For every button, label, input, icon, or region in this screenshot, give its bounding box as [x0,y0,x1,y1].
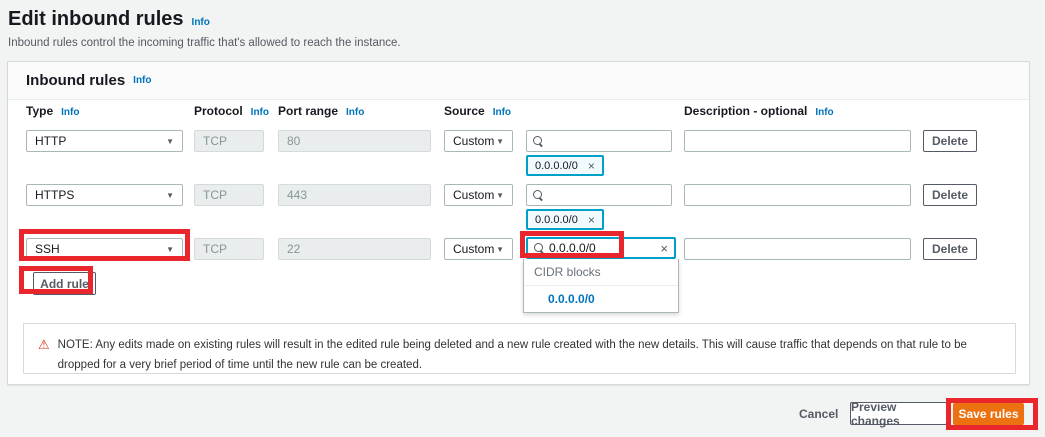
source-suggestion-dropdown: CIDR blocks 0.0.0.0/0 [523,259,679,313]
chevron-down-icon: ▼ [166,191,174,200]
chevron-down-icon: ▼ [496,137,504,146]
source-search-row3[interactable]: × [526,237,676,259]
chevron-down-icon: ▼ [496,191,504,200]
source-search-input-row2[interactable] [548,188,665,202]
column-header-port-range: Port rangeInfo [278,104,364,118]
port-range-field-row3: 22 [278,238,431,260]
column-header-description: Description - optionalInfo [684,104,834,118]
search-icon [533,136,543,146]
column-header-protocol: ProtocolInfo [194,104,269,118]
source-search-input-row1[interactable] [548,134,665,148]
panel-title-info-link[interactable]: Info [133,75,151,86]
delete-rule-button-row3[interactable]: Delete [923,238,977,260]
chevron-down-icon: ▼ [496,245,504,254]
dropdown-option-cidr[interactable]: 0.0.0.0/0 [524,286,678,312]
port-range-info-link[interactable]: Info [346,107,364,118]
type-info-link[interactable]: Info [61,107,79,118]
source-search-input-row3[interactable] [549,241,655,255]
type-select-ssh[interactable]: SSH ▼ [26,238,183,260]
add-rule-button[interactable]: Add rule [33,272,96,295]
source-search-row2[interactable] [526,184,672,206]
protocol-field-row1: TCP [194,130,264,152]
source-cidr-tag-row1: 0.0.0.0/0 × [526,155,604,176]
protocol-field-row3: TCP [194,238,264,260]
page-title-info-link[interactable]: Info [192,17,210,28]
preview-changes-button[interactable]: Preview changes [850,402,947,425]
source-mode-select-row2[interactable]: Custom ▼ [444,184,513,206]
search-icon [534,243,544,253]
source-info-link[interactable]: Info [493,107,511,118]
page-subtitle: Inbound rules control the incoming traff… [8,37,401,49]
panel-title: Inbound rules [26,72,125,89]
port-range-field-row1: 80 [278,130,431,152]
inbound-rules-panel: Inbound rules Info TypeInfo ProtocolInfo… [7,61,1030,385]
source-search-row1[interactable] [526,130,672,152]
delete-rule-button-row2[interactable]: Delete [923,184,977,206]
description-input-row1[interactable] [684,130,911,152]
description-input-row3[interactable] [684,238,911,260]
type-select-http[interactable]: HTTP ▼ [26,130,183,152]
chevron-down-icon: ▼ [166,245,174,254]
description-info-link[interactable]: Info [815,107,833,118]
protocol-field-row2: TCP [194,184,264,206]
panel-header: Inbound rules Info [8,62,1029,100]
column-header-type: TypeInfo [26,104,79,118]
delete-rule-button-row1[interactable]: Delete [923,130,977,152]
remove-tag-icon[interactable]: × [588,214,595,226]
column-header-source: SourceInfo [444,104,511,118]
chevron-down-icon: ▼ [166,137,174,146]
clear-input-icon[interactable]: × [660,242,668,255]
source-mode-select-row1[interactable]: Custom ▼ [444,130,513,152]
search-icon [533,190,543,200]
note-text: NOTE: Any edits made on existing rules w… [58,336,1001,361]
type-select-https[interactable]: HTTPS ▼ [26,184,183,206]
source-cidr-tag-row2: 0.0.0.0/0 × [526,209,604,230]
page-title: Edit inbound rules [8,8,184,31]
cancel-button[interactable]: Cancel [799,407,838,421]
source-mode-select-row3[interactable]: Custom ▼ [444,238,513,260]
port-range-field-row2: 443 [278,184,431,206]
save-rules-button[interactable]: Save rules [953,403,1024,425]
note-box: ⚠ NOTE: Any edits made on existing rules… [23,323,1016,374]
dropdown-group-label: CIDR blocks [524,259,678,286]
warning-icon: ⚠ [38,336,50,361]
remove-tag-icon[interactable]: × [588,160,595,172]
protocol-info-link[interactable]: Info [251,107,269,118]
description-input-row2[interactable] [684,184,911,206]
